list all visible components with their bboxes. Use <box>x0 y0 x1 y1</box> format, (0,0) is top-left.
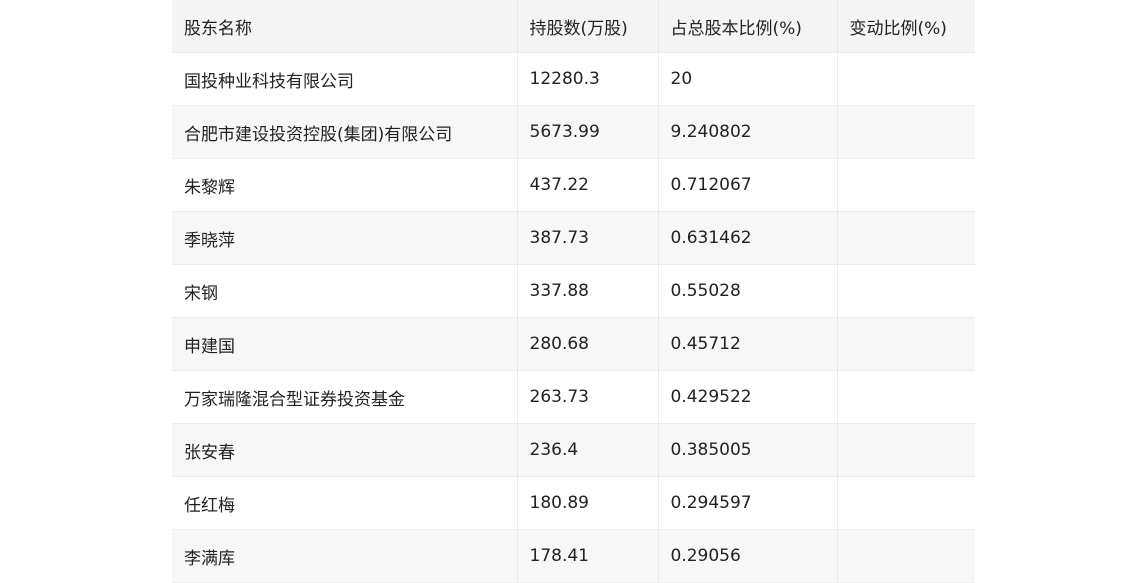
cell-share-ratio: 0.631462 <box>658 211 838 265</box>
table-row: 朱黎辉 437.22 0.712067 <box>172 158 975 212</box>
cell-change-ratio <box>837 370 975 424</box>
cell-share-ratio: 0.55028 <box>658 264 838 318</box>
cell-share-ratio: 0.385005 <box>658 423 838 477</box>
table-row: 万家瑞隆混合型证券投资基金 263.73 0.429522 <box>172 370 975 424</box>
cell-shares-held: 12280.3 <box>517 52 659 106</box>
table-header-row: 股东名称 持股数(万股) 占总股本比例(%) 变动比例(%) <box>172 0 975 53</box>
table-row: 张安春 236.4 0.385005 <box>172 423 975 477</box>
cell-share-ratio: 0.29056 <box>658 529 838 583</box>
cell-shareholder-name: 李满库 <box>172 529 518 583</box>
shareholder-table-container: 股东名称 持股数(万股) 占总股本比例(%) 变动比例(%) 国投种业科技有限公… <box>172 0 975 583</box>
cell-shareholder-name: 申建国 <box>172 317 518 371</box>
table-row: 申建国 280.68 0.45712 <box>172 317 975 371</box>
cell-shareholder-name: 合肥市建设投资控股(集团)有限公司 <box>172 105 518 159</box>
cell-shares-held: 263.73 <box>517 370 659 424</box>
cell-shares-held: 236.4 <box>517 423 659 477</box>
cell-share-ratio: 0.294597 <box>658 476 838 530</box>
table-row: 合肥市建设投资控股(集团)有限公司 5673.99 9.240802 <box>172 105 975 159</box>
cell-shareholder-name: 国投种业科技有限公司 <box>172 52 518 106</box>
cell-change-ratio <box>837 158 975 212</box>
cell-change-ratio <box>837 476 975 530</box>
cell-shareholder-name: 张安春 <box>172 423 518 477</box>
cell-shares-held: 178.41 <box>517 529 659 583</box>
cell-shares-held: 180.89 <box>517 476 659 530</box>
cell-shares-held: 5673.99 <box>517 105 659 159</box>
header-shareholder-name: 股东名称 <box>172 0 518 53</box>
header-change-ratio: 变动比例(%) <box>837 0 975 53</box>
table-row: 国投种业科技有限公司 12280.3 20 <box>172 52 975 106</box>
cell-change-ratio <box>837 264 975 318</box>
shareholder-table: 股东名称 持股数(万股) 占总股本比例(%) 变动比例(%) 国投种业科技有限公… <box>172 0 975 583</box>
cell-shareholder-name: 宋钢 <box>172 264 518 318</box>
cell-change-ratio <box>837 211 975 265</box>
cell-change-ratio <box>837 423 975 477</box>
cell-share-ratio: 0.45712 <box>658 317 838 371</box>
table-row: 宋钢 337.88 0.55028 <box>172 264 975 318</box>
cell-share-ratio: 20 <box>658 52 838 106</box>
cell-shareholder-name: 任红梅 <box>172 476 518 530</box>
cell-share-ratio: 9.240802 <box>658 105 838 159</box>
table-row: 李满库 178.41 0.29056 <box>172 529 975 583</box>
cell-shares-held: 437.22 <box>517 158 659 212</box>
cell-share-ratio: 0.429522 <box>658 370 838 424</box>
cell-shareholder-name: 万家瑞隆混合型证券投资基金 <box>172 370 518 424</box>
cell-shares-held: 387.73 <box>517 211 659 265</box>
header-shares-held: 持股数(万股) <box>517 0 659 53</box>
cell-change-ratio <box>837 52 975 106</box>
cell-change-ratio <box>837 317 975 371</box>
cell-shareholder-name: 季晓萍 <box>172 211 518 265</box>
cell-shares-held: 280.68 <box>517 317 659 371</box>
cell-share-ratio: 0.712067 <box>658 158 838 212</box>
table-row: 季晓萍 387.73 0.631462 <box>172 211 975 265</box>
cell-change-ratio <box>837 105 975 159</box>
table-row: 任红梅 180.89 0.294597 <box>172 476 975 530</box>
cell-shares-held: 337.88 <box>517 264 659 318</box>
header-share-ratio: 占总股本比例(%) <box>658 0 838 53</box>
cell-shareholder-name: 朱黎辉 <box>172 158 518 212</box>
cell-change-ratio <box>837 529 975 583</box>
